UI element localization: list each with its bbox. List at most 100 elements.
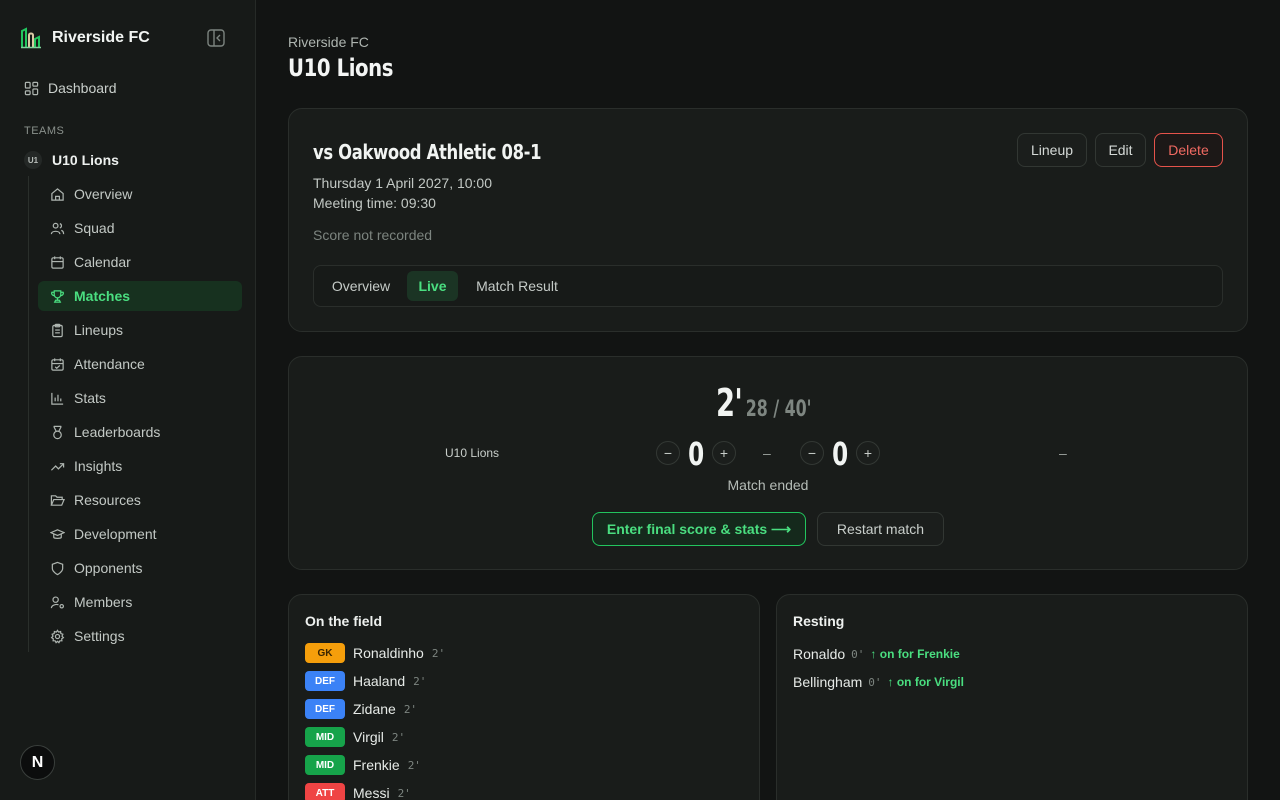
player-name: Frenkie <box>353 757 400 773</box>
sidebar-item-label: Leaderboards <box>74 424 161 440</box>
sidebar-item-label: Matches <box>74 288 131 304</box>
team-badge: U1 <box>24 151 42 169</box>
position-badge: ATT <box>305 783 345 800</box>
tab-overview[interactable]: Overview <box>322 271 400 301</box>
player-name: Messi <box>353 785 390 800</box>
shield-icon <box>51 561 64 575</box>
sidebar-item-lineups[interactable]: Lineups <box>38 315 242 345</box>
match-clock: 2' 28 / 40' <box>289 381 1247 425</box>
sidebar-item-label: Opponents <box>74 560 143 576</box>
position-badge: MID <box>305 727 345 747</box>
away-score: 0 <box>832 435 849 473</box>
brand[interactable]: Riverside FC <box>20 26 150 50</box>
list-item[interactable]: ATT Messi 2' <box>305 783 411 800</box>
breadcrumb[interactable]: Riverside FC <box>288 34 369 50</box>
dashboard-icon <box>24 81 39 95</box>
team-u10-lions[interactable]: U1 U10 Lions <box>24 150 119 170</box>
position-badge: MID <box>305 755 345 775</box>
list-item[interactable]: DEF Haaland 2' <box>305 671 426 691</box>
sidebar-item-squad[interactable]: Squad <box>38 213 242 243</box>
sidebar-item-calendar[interactable]: Calendar <box>38 247 242 277</box>
sidebar-item-label: Overview <box>74 186 133 202</box>
lineup-button[interactable]: Lineup <box>1017 133 1087 167</box>
list-item[interactable]: Ronaldo 0' ↑ on for Frenkie <box>793 644 960 664</box>
sidebar-item-matches[interactable]: Matches <box>38 281 242 311</box>
sidebar: Riverside FC Dashboard TEAMS U1 U10 Lion… <box>0 0 256 800</box>
list-item[interactable]: Bellingham 0' ↑ on for Virgil <box>793 672 964 692</box>
match-tabs: Overview Live Match Result <box>313 265 1223 307</box>
sidebar-item-resources[interactable]: Resources <box>38 485 242 515</box>
meeting-time: Meeting time: 09:30 <box>313 195 436 211</box>
sidebar-item-label: Squad <box>74 220 115 236</box>
sidebar-item-development[interactable]: Development <box>38 519 242 549</box>
sidebar-item-members[interactable]: Members <box>38 587 242 617</box>
list-item[interactable]: GK Ronaldinho 2' <box>305 643 445 663</box>
position-badge: DEF <box>305 671 345 691</box>
match-title: vs Oakwood Athletic 08-1 <box>313 140 542 164</box>
clipboard-icon <box>52 323 63 337</box>
score-status: Score not recorded <box>313 227 433 243</box>
player-name: Virgil <box>353 729 384 745</box>
sidebar-item-attendance[interactable]: Attendance <box>38 349 242 379</box>
gear-icon <box>50 628 65 644</box>
trending-up-icon <box>50 462 65 471</box>
sidebar-item-label: Lineups <box>74 322 124 338</box>
users-icon <box>50 222 65 234</box>
substitution-note: ↑ on for Virgil <box>887 675 964 689</box>
nav-tree-line <box>28 176 29 652</box>
resting-card: Resting Ronaldo 0' ↑ on for Frenkie Bell… <box>776 594 1248 800</box>
teams-section-label: TEAMS <box>24 125 65 137</box>
tab-match-result[interactable]: Match Result <box>466 271 568 301</box>
bar-chart-icon <box>51 392 64 405</box>
delete-button[interactable]: Delete <box>1154 133 1223 167</box>
sidebar-item-settings[interactable]: Settings <box>38 621 242 651</box>
away-score-decrement-button[interactable]: − <box>800 441 824 465</box>
list-item[interactable]: MID Frenkie 2' <box>305 755 421 775</box>
home-score-increment-button[interactable]: + <box>712 441 736 465</box>
list-item[interactable]: MID Virgil 2' <box>305 727 405 747</box>
list-item[interactable]: DEF Zidane 2' <box>305 699 417 719</box>
brand-name: Riverside FC <box>52 29 150 46</box>
sidebar-item-label: Resources <box>74 492 141 508</box>
sidebar-collapse-icon[interactable] <box>206 28 226 48</box>
team-name: U10 Lions <box>52 152 119 168</box>
player-name: Bellingham <box>793 674 863 690</box>
sidebar-item-label: Insights <box>74 458 123 474</box>
restart-match-button[interactable]: Restart match <box>817 512 944 546</box>
score-separator: – <box>763 445 771 461</box>
player-minutes: 0' <box>851 647 865 661</box>
position-badge: DEF <box>305 699 345 719</box>
folder-open-icon <box>50 494 65 506</box>
sidebar-item-label: Members <box>74 594 133 610</box>
club-logo-icon <box>21 27 41 49</box>
away-team-name: – <box>1059 445 1067 461</box>
clock-minute: 2' <box>716 381 743 425</box>
away-score-increment-button[interactable]: + <box>856 441 880 465</box>
sidebar-item-leaderboards[interactable]: Leaderboards <box>38 417 242 447</box>
player-minutes: 2' <box>407 758 421 772</box>
tab-live[interactable]: Live <box>407 271 458 301</box>
player-minutes: 2' <box>403 702 418 716</box>
trophy-icon <box>51 289 64 303</box>
calendar-icon <box>51 255 64 269</box>
edit-button[interactable]: Edit <box>1095 133 1146 167</box>
player-name: Ronaldinho <box>353 645 424 661</box>
sidebar-item-insights[interactable]: Insights <box>38 451 242 481</box>
match-header-card: vs Oakwood Athletic 08-1 Thursday 1 Apri… <box>288 108 1248 332</box>
calendar-check-icon <box>51 357 64 371</box>
match-status: Match ended <box>727 477 809 493</box>
sidebar-item-stats[interactable]: Stats <box>38 383 242 413</box>
nav-dashboard[interactable]: Dashboard <box>24 78 117 98</box>
dev-tools-badge[interactable]: N <box>20 745 55 780</box>
sidebar-item-opponents[interactable]: Opponents <box>38 553 242 583</box>
live-scoreboard-card: 2' 28 / 40' U10 Lions − 0 + – − 0 + – Mat… <box>288 356 1248 570</box>
player-name: Ronaldo <box>793 646 846 662</box>
enter-final-score-button[interactable]: Enter final score & stats ⟶ <box>592 512 806 546</box>
sidebar-item-overview[interactable]: Overview <box>38 179 242 209</box>
graduation-cap-icon <box>50 528 65 539</box>
sidebar-item-label: Stats <box>74 390 106 406</box>
substitution-note: ↑ on for Frenkie <box>870 647 960 661</box>
player-minutes: 2' <box>397 786 411 800</box>
player-minutes: 2' <box>431 646 446 660</box>
home-score-decrement-button[interactable]: − <box>656 441 680 465</box>
